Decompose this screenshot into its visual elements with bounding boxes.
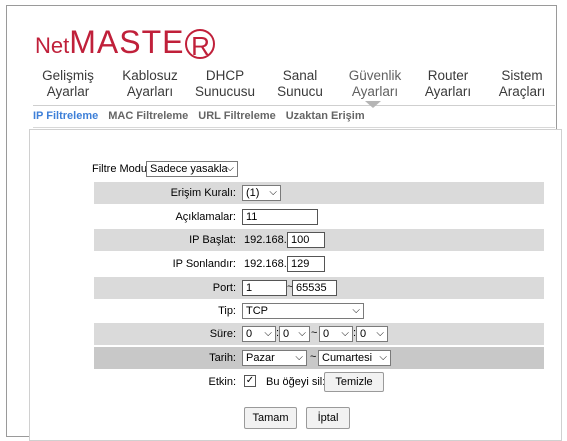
router-admin-window: NetMASTE R Gelişmiş Ayarlar Kablosuz Ayarla… bbox=[6, 5, 562, 441]
time-label: Süre: bbox=[209, 328, 236, 340]
chevron-down-icon: ⌵ bbox=[376, 328, 384, 339]
chevron-down-icon: ⌵ bbox=[269, 187, 277, 198]
submenu: IP Filtreleme MAC Filtreleme URL Filtrelem… bbox=[33, 110, 375, 122]
time-start-minute-select[interactable]: 0 ⌵ bbox=[279, 326, 310, 342]
menu-item-advanced[interactable]: Gelişmiş Ayarlar bbox=[37, 68, 99, 100]
date-label: Tarih: bbox=[209, 352, 236, 364]
access-rule-select[interactable]: (1) ⌵ bbox=[242, 185, 281, 201]
time-end-minute-select[interactable]: 0 ⌵ bbox=[356, 326, 388, 342]
date-to-select[interactable]: Cumartesi ⌵ bbox=[318, 350, 391, 366]
filter-mode-select[interactable]: Sadece yasakla ⌵ bbox=[146, 161, 238, 177]
submenu-divider bbox=[33, 127, 555, 128]
chevron-down-icon: ⌵ bbox=[298, 328, 306, 339]
time-start-hour-select[interactable]: 0 ⌵ bbox=[242, 326, 276, 342]
ip-start-label: IP Başlat: bbox=[189, 234, 236, 246]
chevron-down-icon: ⌵ bbox=[379, 352, 387, 363]
type-select[interactable]: TCP ⌵ bbox=[242, 303, 364, 319]
cancel-button[interactable]: İptal bbox=[306, 407, 350, 429]
menu-item-system-tools[interactable]: Sistem Araçları bbox=[489, 68, 555, 100]
row-type: Tip: TCP ⌵ bbox=[94, 300, 544, 322]
chevron-down-icon: ⌵ bbox=[226, 163, 234, 174]
ip-filter-panel: Filtre Modu: Sadece yasakla ⌵ Erişim Kura… bbox=[29, 129, 562, 441]
tab-mac-filter[interactable]: MAC Filtreleme bbox=[108, 110, 188, 122]
tab-url-filter[interactable]: URL Filtreleme bbox=[198, 110, 275, 122]
row-ip-start: IP Başlat: 192.168.5. 100 bbox=[94, 229, 544, 251]
netmaster-logo: NetMASTE R bbox=[35, 24, 216, 61]
menu-item-router[interactable]: Router Ayarları bbox=[417, 68, 479, 100]
port-from-input[interactable]: 1 bbox=[242, 280, 287, 296]
chevron-down-icon: ⌵ bbox=[295, 352, 303, 363]
time-separator: ~ bbox=[311, 327, 318, 339]
menu-divider bbox=[33, 105, 555, 106]
row-time: Süre: 0 ⌵ : 0 ⌵ ~ 0 ⌵ : 0 ⌵ bbox=[94, 323, 544, 345]
row-enabled: Etkin: ✓ Bu öğeyi sil: Temizle bbox=[94, 371, 544, 393]
type-label: Tip: bbox=[218, 305, 236, 317]
logo-r-ring: R bbox=[185, 29, 216, 61]
row-ip-end: IP Sonlandır: 192.168.5. 129 bbox=[94, 253, 544, 275]
active-menu-arrow-icon bbox=[365, 101, 381, 108]
description-label: Açıklamalar: bbox=[175, 211, 236, 223]
enabled-label: Etkin: bbox=[208, 376, 236, 388]
ip-end-label: IP Sonlandır: bbox=[172, 258, 236, 270]
row-access-rule: Erişim Kuralı: (1) ⌵ bbox=[94, 182, 544, 204]
main-menu: Gelişmiş Ayarlar Kablosuz Ayarları DHCP Sun… bbox=[37, 68, 555, 106]
chevron-down-icon: ⌵ bbox=[264, 328, 272, 339]
ok-button[interactable]: Tamam bbox=[244, 407, 297, 429]
row-port: Port: 1 ~ 65535 bbox=[94, 277, 544, 299]
menu-item-dhcp[interactable]: DHCP Sunucusu bbox=[189, 68, 261, 100]
menu-item-wireless[interactable]: Kablosuz Ayarları bbox=[115, 68, 185, 100]
delete-item-label: Bu öğeyi sil: bbox=[266, 376, 326, 388]
menu-item-virtual-server[interactable]: Sanal Sunucu bbox=[269, 68, 331, 100]
date-from-select[interactable]: Pazar ⌵ bbox=[242, 350, 307, 366]
port-label: Port: bbox=[212, 282, 236, 294]
chevron-down-icon: ⌵ bbox=[341, 328, 349, 339]
filter-mode-label: Filtre Modu: bbox=[92, 163, 151, 175]
enabled-checkbox[interactable]: ✓ bbox=[244, 375, 256, 387]
row-date: Tarih: Pazar ⌵ ~ Cumartesi ⌵ bbox=[94, 347, 544, 369]
tab-remote-access[interactable]: Uzaktan Erişim bbox=[286, 110, 365, 122]
chevron-down-icon: ⌵ bbox=[352, 305, 360, 316]
menu-item-security[interactable]: Güvenlik Ayarları bbox=[339, 68, 411, 100]
date-separator: ~ bbox=[310, 351, 317, 363]
ip-end-input[interactable]: 129 bbox=[287, 256, 325, 272]
description-input[interactable]: 11 bbox=[242, 209, 318, 225]
port-to-input[interactable]: 65535 bbox=[292, 280, 337, 296]
access-rule-label: Erişim Kuralı: bbox=[170, 187, 236, 199]
time-end-hour-select[interactable]: 0 ⌵ bbox=[319, 326, 353, 342]
ip-start-input[interactable]: 100 bbox=[287, 232, 325, 248]
clear-button[interactable]: Temizle bbox=[324, 372, 384, 392]
row-description: Açıklamalar: 11 bbox=[94, 206, 544, 228]
tab-ip-filter[interactable]: IP Filtreleme bbox=[33, 110, 98, 122]
